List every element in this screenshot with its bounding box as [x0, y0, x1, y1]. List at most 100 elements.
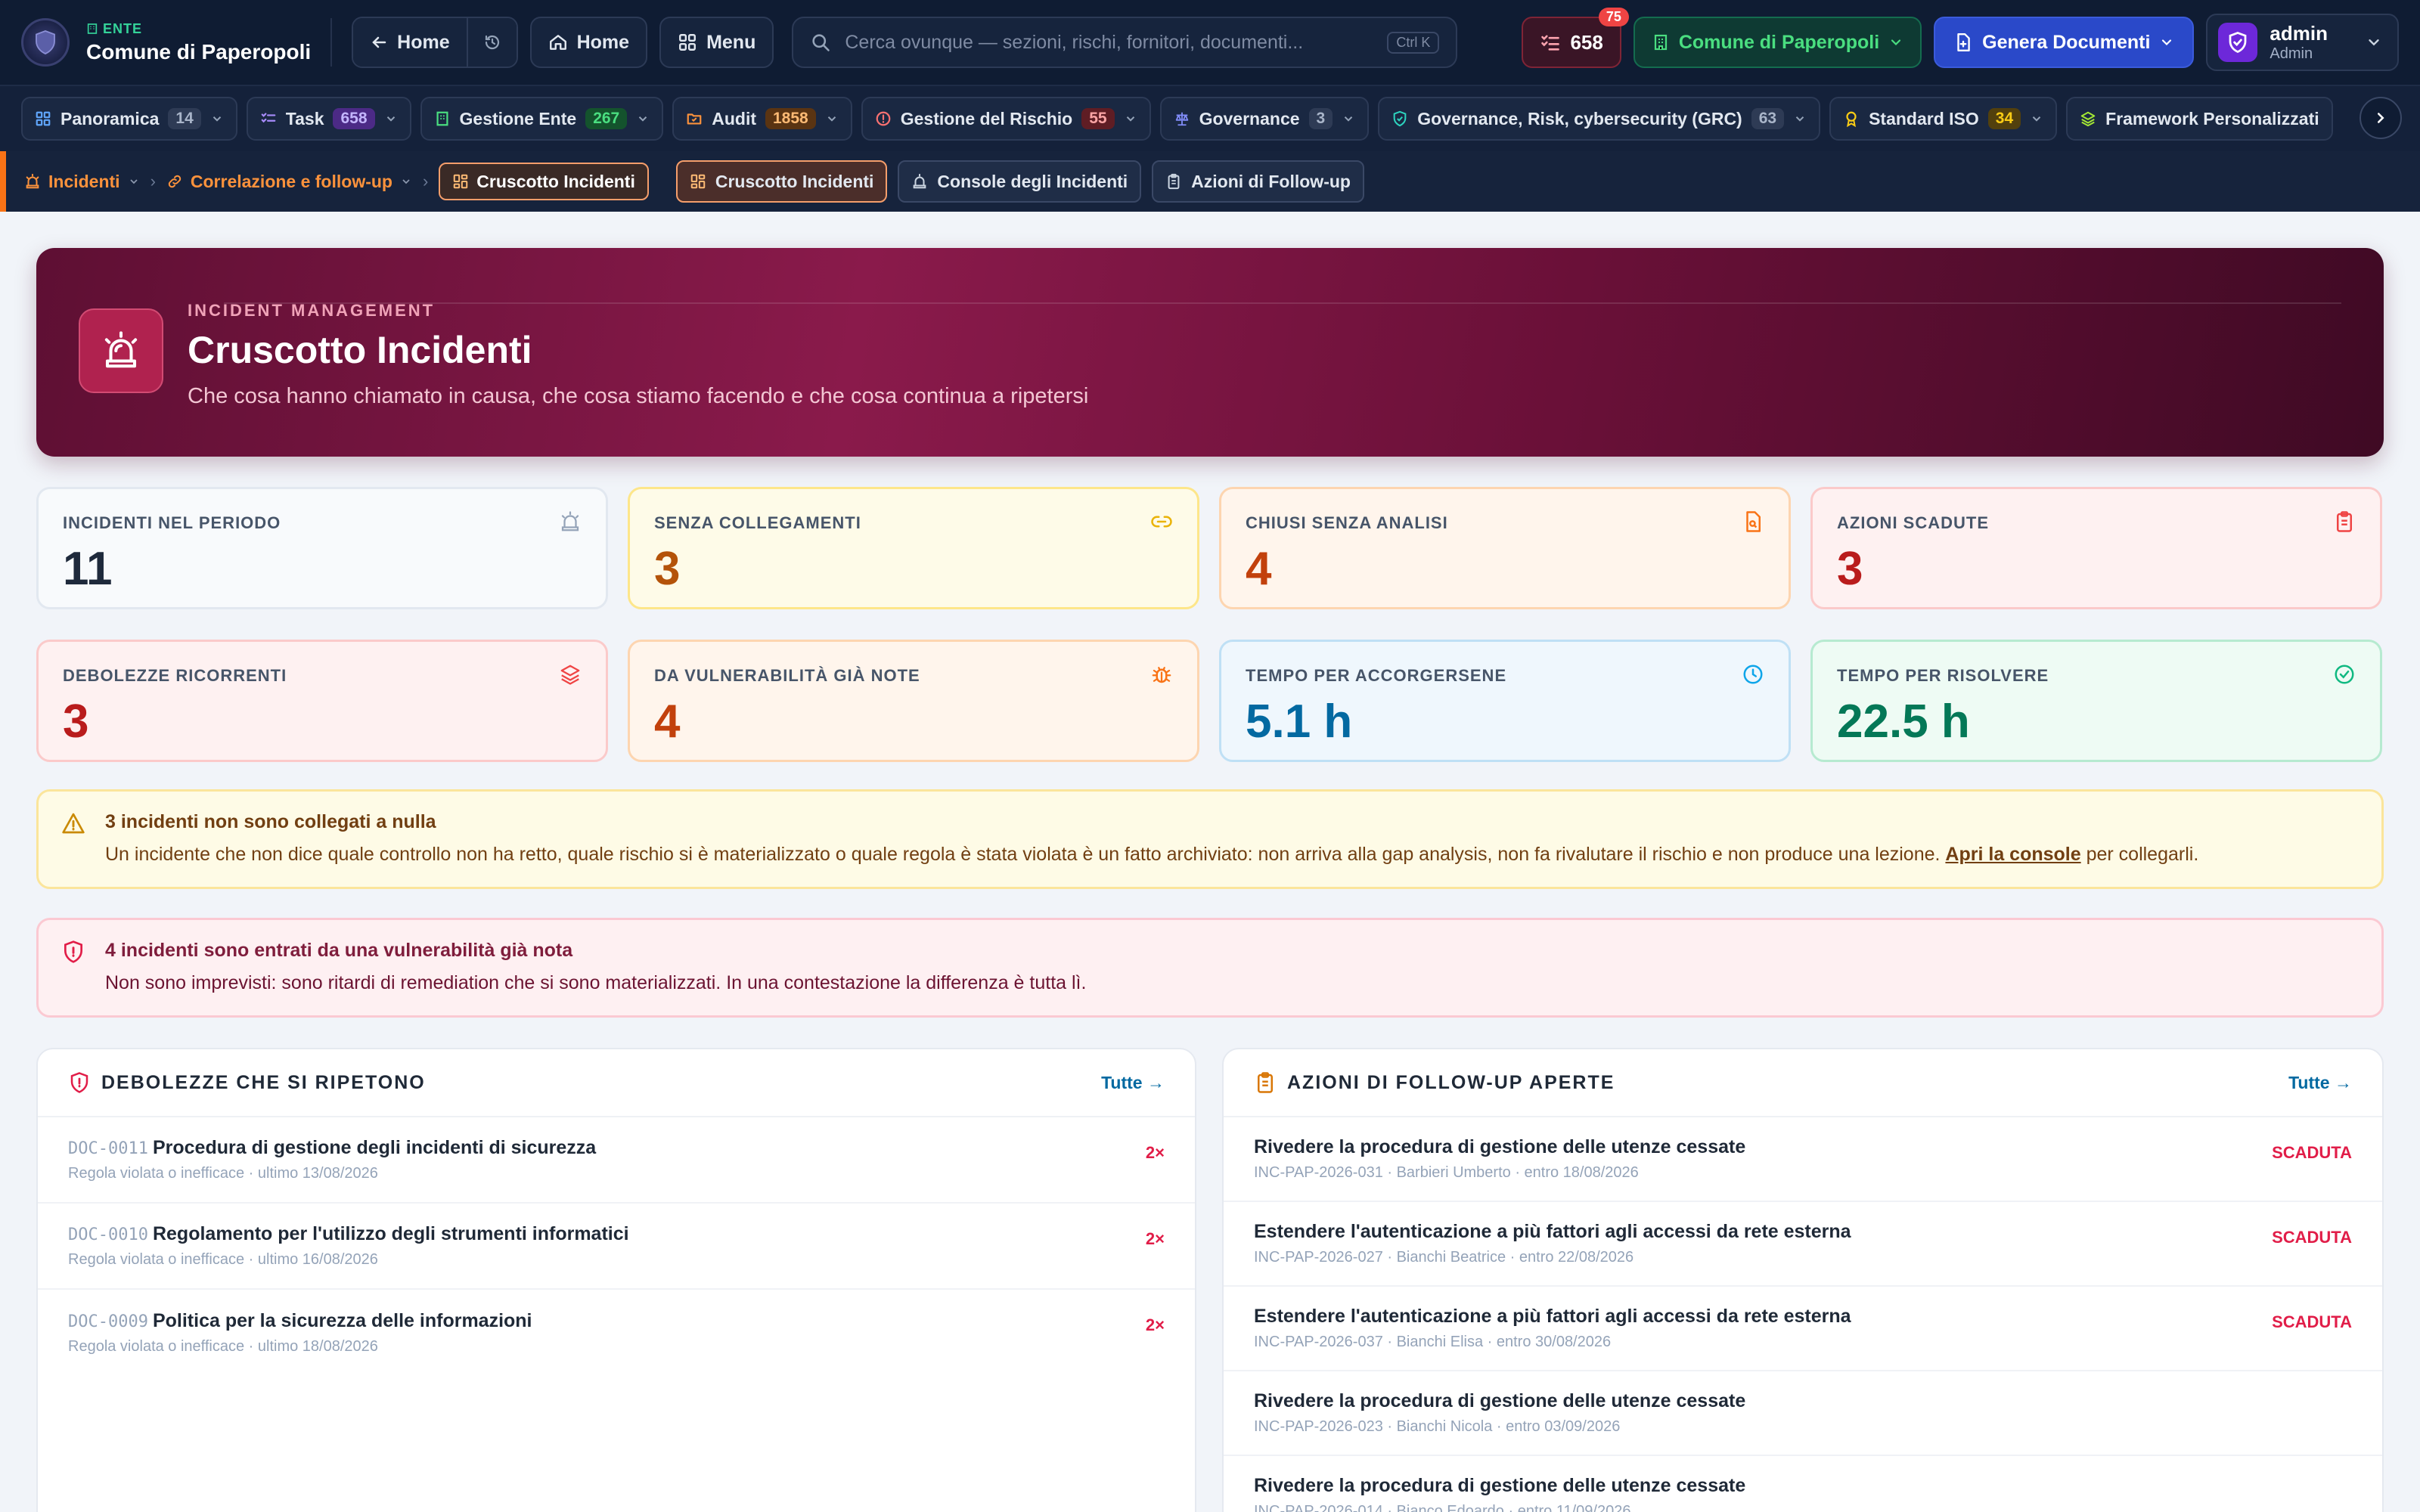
- tab-console-incidenti[interactable]: Console degli Incidenti: [898, 160, 1142, 203]
- user-info: admin Admin: [2270, 22, 2328, 63]
- list-item[interactable]: DOC-0009 Politica per la sicurezza delle …: [38, 1290, 1195, 1376]
- user-menu[interactable]: admin Admin: [2206, 14, 2399, 71]
- siren-icon: [914, 173, 926, 189]
- kpi-value: 11: [63, 543, 113, 595]
- kpi-debolezze-ricorrenti[interactable]: DEBOLEZZE RICORRENTI 3: [36, 640, 608, 762]
- module-count: 34: [1987, 108, 2021, 129]
- module-label: Standard ISO: [1869, 108, 1979, 129]
- item-meta: INC-PAP-2026-014 · Bianco Edoardo · entr…: [1254, 1503, 1631, 1512]
- module-audit[interactable]: Audit 1858: [672, 97, 852, 141]
- list-item[interactable]: DOC-0011 Procedura di gestione degli inci…: [38, 1117, 1195, 1204]
- module-standard-iso[interactable]: Standard ISO 34: [1829, 97, 2058, 141]
- kpi-vulnerabilita-note[interactable]: DA VULNERABILITÀ GIÀ NOTE 4: [628, 640, 1199, 762]
- tab-azioni-follow-up[interactable]: Azioni di Follow-up: [1152, 160, 1364, 203]
- module-label: Gestione Ente: [459, 108, 577, 129]
- module-gestione-rischio[interactable]: Gestione del Rischio 55: [861, 97, 1151, 141]
- list-item[interactable]: Estendere l'autenticazione a più fattori…: [1224, 1287, 2382, 1371]
- back-home-button[interactable]: Home: [353, 18, 467, 67]
- tab-cruscotto-incidenti[interactable]: Cruscotto Incidenti: [675, 160, 888, 203]
- menu-label: Menu: [706, 31, 756, 53]
- search-shortcut: Ctrl K: [1387, 31, 1440, 54]
- breadcrumb-label: Correlazione e follow-up: [190, 171, 392, 191]
- generate-documents-label: Genera Documenti: [1982, 31, 2151, 53]
- module-panoramica[interactable]: Panoramica 14: [21, 97, 237, 141]
- kpi-senza-collegamenti[interactable]: SENZA COLLEGAMENTI 3: [628, 487, 1199, 609]
- tasks-button[interactable]: 658 75: [1522, 8, 1629, 68]
- home-button[interactable]: Home: [529, 17, 648, 68]
- chevron-right-icon: [2377, 113, 2384, 123]
- kpi-chiusi-senza-analisi[interactable]: CHIUSI SENZA ANALISI 4: [1219, 487, 1791, 609]
- clipboard-icon: [1168, 173, 1180, 190]
- shield-alert-icon: [64, 940, 82, 963]
- module-label: Audit: [712, 108, 756, 129]
- chevron-down-icon: [129, 179, 138, 184]
- kpi-tempo-risolvere[interactable]: TEMPO PER RISOLVERE 22.5 h: [1810, 640, 2382, 762]
- list-item[interactable]: Rivedere la procedura di gestione delle …: [1224, 1456, 2382, 1512]
- alert-tail: per collegarli.: [2086, 844, 2199, 865]
- user-role: Admin: [2270, 45, 2313, 62]
- item-title: Rivedere la procedura di gestione delle …: [1254, 1390, 1746, 1411]
- module-task[interactable]: Task 658: [246, 97, 411, 141]
- chevron-down-icon: [1126, 116, 1134, 122]
- list-item[interactable]: Rivedere la procedura di gestione delle …: [1224, 1117, 2382, 1202]
- module-count: 14: [168, 108, 201, 129]
- grid-icon: [36, 111, 51, 126]
- weaknesses-all-link[interactable]: Tutte →: [1101, 1073, 1165, 1093]
- menu-button[interactable]: Menu: [659, 17, 774, 68]
- item-title: Rivedere la procedura di gestione delle …: [1254, 1136, 1746, 1157]
- kpi-value: 22.5 h: [1837, 696, 1970, 748]
- breadcrumb-correlazione[interactable]: Correlazione e follow-up: [166, 172, 412, 192]
- chevron-down-icon: [1345, 116, 1353, 122]
- actions-all-link[interactable]: Tutte →: [2288, 1073, 2352, 1093]
- module-label: Framework Personalizzati: [2105, 108, 2319, 129]
- grid-icon: [679, 34, 697, 51]
- page-subtitle: Che cosa hanno chiamato in causa, che co…: [188, 384, 1089, 408]
- kpi-tempo-accorgersene[interactable]: TEMPO PER ACCORGERSENE 5.1 h: [1219, 640, 1791, 762]
- avatar: [2218, 23, 2258, 62]
- kpi-value: 4: [1246, 543, 1272, 595]
- search-input[interactable]: Cerca ovunque — sezioni, rischi, fornito…: [792, 17, 1458, 68]
- tab-label: Azioni di Follow-up: [1191, 171, 1351, 191]
- module-count: 267: [585, 108, 628, 129]
- dashboard-icon: [690, 174, 706, 189]
- chevron-down-icon: [2162, 39, 2172, 46]
- list-item[interactable]: Rivedere la procedura di gestione delle …: [1224, 1371, 2382, 1456]
- alert-title: 3 incidenti non sono collegati a nulla: [105, 811, 436, 832]
- building-icon: [1654, 34, 1667, 51]
- module-label: Gestione del Rischio: [900, 108, 1073, 129]
- list-item[interactable]: DOC-0010 Regolamento per l'utilizzo degli…: [38, 1204, 1195, 1290]
- breadcrumb-incidenti[interactable]: Incidenti: [24, 172, 140, 192]
- item-meta: Regola violata o inefficace · ultimo 18/…: [68, 1338, 378, 1355]
- history-button[interactable]: [466, 18, 517, 67]
- module-governance[interactable]: Governance 3: [1159, 97, 1370, 141]
- kpi-label: SENZA COLLEGAMENTI: [654, 513, 861, 532]
- kpi-value: 3: [1837, 543, 1863, 595]
- ente-block: ENTE Comune di Paperopoli: [86, 21, 311, 64]
- module-gestione-ente[interactable]: Gestione Ente 267: [420, 97, 664, 141]
- module-count: 658: [333, 108, 375, 129]
- generate-documents-button[interactable]: Genera Documenti: [1934, 17, 2195, 68]
- header-line: [224, 302, 2341, 304]
- card-title: AZIONI DI FOLLOW-UP APERTE: [1287, 1071, 1615, 1093]
- kpi-value: 3: [654, 543, 681, 595]
- module-grc[interactable]: Governance, Risk, cybersecurity (GRC) 63: [1378, 97, 1821, 141]
- open-console-link[interactable]: Apri la console: [1945, 844, 2080, 865]
- kpi-incidenti-periodo[interactable]: INCIDENTI NEL PERIODO 11: [36, 487, 608, 609]
- arrow-left-icon: [372, 36, 386, 48]
- link-icon: [168, 175, 182, 188]
- card-header: DEBOLEZZE CHE SI RIPETONO Tutte →: [38, 1049, 1195, 1117]
- search-icon: [812, 34, 830, 51]
- item-title: Regolamento per l'utilizzo degli strumen…: [152, 1223, 629, 1244]
- ente-logo[interactable]: [21, 18, 70, 67]
- item-title: Rivedere la procedura di gestione delle …: [1254, 1475, 1746, 1496]
- alert-body: Non sono imprevisti: sono ritardi di rem…: [105, 972, 1087, 993]
- page-title: Cruscotto Incidenti: [188, 329, 532, 371]
- siren-icon: [561, 511, 579, 531]
- recurrence-count: 2×: [1145, 1143, 1165, 1162]
- chevron-down-icon: [1795, 116, 1804, 122]
- module-framework-personalizzati[interactable]: Framework Personalizzati: [2066, 97, 2333, 141]
- scroll-right-button[interactable]: [2360, 97, 2402, 139]
- list-item[interactable]: Estendere l'autenticazione a più fattori…: [1224, 1202, 2382, 1287]
- kpi-azioni-scadute[interactable]: AZIONI SCADUTE 3: [1810, 487, 2382, 609]
- ente-selector[interactable]: Comune di Paperopoli: [1633, 17, 1922, 68]
